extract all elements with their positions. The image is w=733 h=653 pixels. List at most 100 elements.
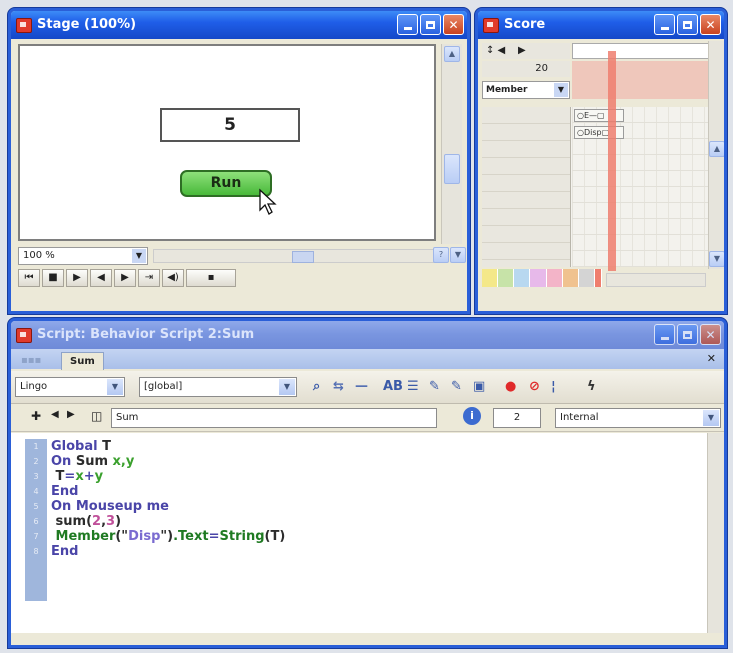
- info-icon[interactable]: i: [463, 407, 481, 425]
- score-titlebar[interactable]: Score ✕: [478, 11, 724, 39]
- score-horizontal-scrollbar[interactable]: [606, 273, 706, 287]
- loop-button[interactable]: ⇥: [138, 269, 160, 287]
- stage-window: Stage (100%) ✕ 5 Run ▲ 100 % ▼ ? ▼ ⏮ ■ ▶…: [8, 8, 470, 314]
- maximize-button[interactable]: [420, 14, 441, 35]
- volume-button[interactable]: ◀): [162, 269, 184, 287]
- scroll-right-icon[interactable]: ?: [433, 247, 449, 263]
- scripting-xtras-icon[interactable]: ✎: [451, 379, 462, 394]
- close-button[interactable]: ✕: [700, 14, 721, 35]
- code-line[interactable]: On Sum x,y: [51, 454, 285, 469]
- minimize-button[interactable]: [397, 14, 418, 35]
- code-line[interactable]: Member("Disp").Text=String(T): [51, 529, 286, 544]
- code-line[interactable]: Global T: [51, 439, 285, 454]
- code-token: +: [83, 469, 95, 484]
- recompile-icon[interactable]: ϟ: [587, 379, 596, 394]
- playhead[interactable]: [608, 51, 616, 271]
- close-tab-icon[interactable]: ✕: [707, 352, 716, 365]
- breakpoint-icon[interactable]: ●: [505, 379, 516, 394]
- categorized-lingo-icon[interactable]: ✎: [429, 379, 440, 394]
- maximize-button[interactable]: [677, 324, 698, 345]
- code-token: sum: [51, 514, 87, 529]
- editor-vertical-scrollbar[interactable]: [707, 433, 724, 633]
- go-to-handler-icon[interactable]: ⇆: [333, 379, 344, 394]
- code-token: T: [102, 439, 111, 454]
- 3d-lingo-icon[interactable]: ▣: [473, 379, 485, 394]
- stage-status-row: 100 % ▼ ? ▼: [18, 247, 466, 267]
- code-line[interactable]: T=x+y: [51, 469, 285, 484]
- scroll-thumb[interactable]: [444, 154, 460, 184]
- code-token: me: [146, 499, 169, 514]
- next-cast-member-icon[interactable]: ▶: [67, 409, 75, 420]
- stage-horizontal-scrollbar[interactable]: [153, 249, 443, 263]
- display-select[interactable]: Member ▼: [482, 81, 570, 99]
- sprite-disp[interactable]: ○Disp▢: [574, 126, 624, 139]
- channel-labels: [482, 107, 571, 277]
- step-back-button[interactable]: ◀: [90, 269, 112, 287]
- alphabetical-lingo-icon[interactable]: ☰: [407, 379, 419, 394]
- chevron-down-icon: ▼: [554, 83, 568, 97]
- script-titlebar[interactable]: Script: Behavior Script 2:Sum ✕: [11, 321, 724, 349]
- play-button[interactable]: ▶: [66, 269, 88, 287]
- close-icon: ✕: [705, 327, 716, 342]
- code-line[interactable]: On Mouseup me: [51, 499, 285, 514]
- score-frame-ruler[interactable]: [572, 43, 710, 59]
- code-token: .Text: [173, 529, 209, 544]
- cast-number-field[interactable]: 2: [493, 408, 541, 428]
- find-icon[interactable]: ⌕: [313, 379, 320, 394]
- volume-slider[interactable]: ▪: [186, 269, 236, 287]
- drag-cast-member-icon[interactable]: ◫: [91, 409, 102, 423]
- frame-number: 20: [482, 61, 570, 77]
- cast-select[interactable]: Internal ▼: [555, 408, 721, 428]
- score-nav-arrows[interactable]: ↕ ◀ ▶: [482, 43, 570, 59]
- scroll-up-icon[interactable]: ▲: [444, 46, 460, 62]
- line-number-gutter: 12345678: [25, 439, 47, 601]
- close-button[interactable]: ✕: [443, 14, 464, 35]
- code-token: T: [51, 469, 65, 484]
- sprite-e[interactable]: ○E—▢: [574, 109, 624, 122]
- minimize-icon: [403, 27, 412, 30]
- tab-prev[interactable]: ▪▪▪: [13, 352, 49, 369]
- score-vertical-scrollbar[interactable]: ▲ ▼: [708, 41, 724, 269]
- code-line[interactable]: End: [51, 484, 285, 499]
- member-name-value: Sum: [116, 412, 139, 423]
- lingo-elements-icon[interactable]: AB: [383, 379, 403, 394]
- minimize-button[interactable]: [654, 14, 675, 35]
- code-area[interactable]: Global T On Sum x,y T=x+y End On Mouseup me…: [51, 439, 285, 559]
- stage-titlebar[interactable]: Stage (100%) ✕: [11, 11, 467, 39]
- minimize-button[interactable]: [654, 324, 675, 345]
- stage-vertical-scrollbar[interactable]: ▲: [441, 44, 462, 244]
- maximize-icon: [683, 330, 692, 339]
- scroll-thumb[interactable]: [292, 251, 314, 263]
- tab-sum[interactable]: Sum: [61, 352, 104, 370]
- previous-cast-member-icon[interactable]: ◀: [51, 409, 59, 420]
- stop-button[interactable]: ■: [42, 269, 64, 287]
- scope-select[interactable]: [global] ▼: [139, 377, 297, 397]
- director-app-icon: [483, 18, 499, 33]
- comment-icon[interactable]: —: [355, 379, 368, 394]
- score-title: Score: [504, 17, 546, 32]
- rewind-button[interactable]: ⏮: [18, 269, 40, 287]
- score-grid[interactable]: ○E—▢ ○Disp▢: [482, 107, 724, 277]
- code-token: "): [160, 529, 174, 544]
- code-line[interactable]: End: [51, 544, 285, 559]
- scroll-down-icon[interactable]: ▼: [450, 247, 466, 263]
- cast-number-value: 2: [513, 412, 521, 423]
- script-editor[interactable]: 12345678 Global T On Sum x,y T=x+y End On M…: [11, 433, 724, 633]
- code-line[interactable]: sum(2,3): [51, 514, 285, 529]
- scroll-up-icon[interactable]: ▲: [709, 141, 724, 157]
- new-cast-member-icon[interactable]: ✚: [31, 409, 41, 423]
- script-toolbar: Lingo ▼ [global] ▼ ⌕ ⇆ — AB ☰ ✎ ✎ ▣ ● ⊘ …: [11, 371, 724, 404]
- ignore-breakpoints-icon[interactable]: ⊘: [529, 379, 540, 394]
- watch-expression-icon[interactable]: ¦: [551, 379, 556, 394]
- language-select[interactable]: Lingo ▼: [15, 377, 125, 397]
- maximize-button[interactable]: [677, 14, 698, 35]
- zoom-select[interactable]: 100 % ▼: [18, 247, 148, 265]
- score-color-palette[interactable]: [482, 269, 603, 287]
- zoom-value: 100 %: [23, 250, 55, 261]
- scroll-down-icon[interactable]: ▼: [709, 251, 724, 267]
- code-token: y: [94, 469, 104, 484]
- close-button[interactable]: ✕: [700, 324, 721, 345]
- member-name-field[interactable]: Sum: [111, 408, 437, 428]
- code-token: Global: [51, 439, 103, 454]
- step-forward-button[interactable]: ▶: [114, 269, 136, 287]
